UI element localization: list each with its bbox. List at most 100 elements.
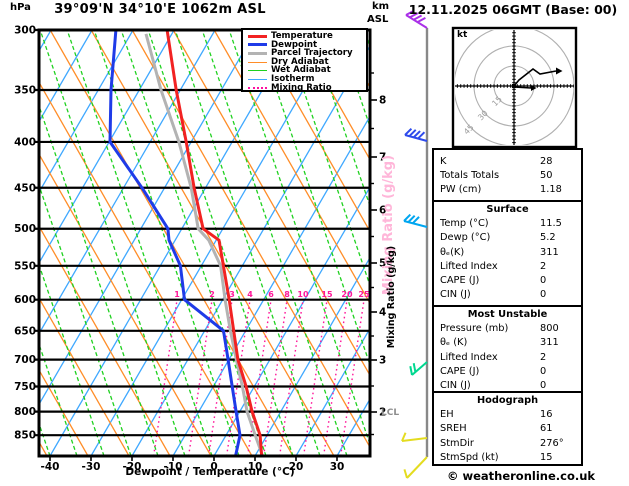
svg-text:400: 400 [14,136,36,148]
pressure-tick-labels: 300 350 400 450 500 550 600 650 700 750 800 850 [14,25,36,442]
stat-label: θₑ(K) [440,246,465,258]
stat-row: θₑ(K) 311 [434,246,581,260]
stat-value: 800 [540,323,559,335]
stat-row: CIN (J) 0 [434,379,581,391]
svg-text:300: 300 [14,25,36,37]
stat-value: 311 [540,337,559,349]
altitude-axis-unit-km: km [372,1,390,12]
stats-section: K 28 Totals Totals 50 PW (cm) 1.18 [434,150,581,200]
stat-row: PW (cm) 1.18 [434,183,581,197]
footer-credit: © weatheronline.co.uk [446,469,596,483]
wind-barb [409,361,428,376]
legend-swatch [248,51,267,55]
stats-section-header: Most Unstable [467,309,548,320]
stat-row: SREH 61 [434,422,581,436]
legend-swatch [248,70,267,72]
wind-barb [403,213,428,228]
stat-label: Totals Totals [440,170,500,182]
legend-item: Mixing Ratio [248,82,366,93]
stat-value: 16 [540,409,553,421]
stat-row: StmSpd (kt) 15 [434,451,581,464]
stat-row: Lifted Index 2 [434,351,581,365]
svg-text:-40: -40 [41,461,60,473]
legend-swatch [248,78,267,80]
svg-text:15: 15 [321,290,333,299]
wind-barb-column [401,9,429,479]
svg-text:800: 800 [14,406,36,418]
svg-text:25: 25 [358,290,370,299]
plot-border [37,28,372,458]
svg-text:550: 550 [14,260,36,272]
pressure-axis-unit: hPa [10,2,31,13]
stat-label: CIN (J) [440,289,471,301]
stat-value: 0 [540,289,547,301]
legend-swatch [248,43,267,47]
stat-row: Pressure (mb) 800 [434,322,581,336]
stat-value: 0 [540,365,547,377]
stat-row: Dewp (°C) 5.2 [434,231,581,245]
stats-section: Hodograph EH 16 SREH 61 StmDir 276° StmSpd (kt)… [434,391,581,464]
stat-label: SREH [440,423,467,435]
wind-barb [401,432,428,442]
stat-label: Lifted Index [440,351,498,363]
stat-value: 276° [540,437,564,449]
wind-barb [403,456,428,479]
stat-label: CAPE (J) [440,274,480,286]
stat-value: 2 [540,260,547,272]
stat-label: StmDir [440,437,474,449]
svg-text:750: 750 [14,381,36,393]
hodograph-unit-label: kt [457,30,468,40]
stat-row: Temp (°C) 11.5 [434,217,581,231]
svg-text:3: 3 [379,355,386,367]
skewt-page: 300 350 400 450 500 550 600 650 700 750 800 850 -40-… [0,0,629,486]
svg-text:650: 650 [14,325,36,337]
stat-row: Totals Totals 50 [434,169,581,183]
svg-text:350: 350 [14,84,36,96]
legend-swatch [248,86,267,89]
valid-datetime-title: 12.11.2025 06GMT (Base: 00) [408,2,618,17]
legend-swatch [248,34,267,38]
stat-value: 0 [540,379,547,391]
stat-label: EH [440,409,454,421]
svg-text:3: 3 [229,290,235,299]
stat-row: Lifted Index 2 [434,260,581,274]
stat-row: CIN (J) 0 [434,288,581,302]
svg-text:4: 4 [247,290,253,299]
svg-text:600: 600 [14,294,36,306]
stat-value: 11.5 [540,218,562,230]
stat-label: K [440,156,447,167]
stat-row: StmDir 276° [434,437,581,451]
stat-value: 2 [540,351,547,363]
svg-text:6: 6 [268,290,274,299]
stat-value: 15 [540,451,553,463]
stat-row: CAPE (J) 0 [434,365,581,379]
stat-value: 28 [540,156,553,167]
svg-text:450: 450 [14,182,36,194]
stat-row: EH 16 [434,408,581,422]
stat-label: θₑ (K) [440,337,468,349]
stat-label: StmSpd (kt) [440,451,499,463]
stats-section-header: Hodograph [476,395,539,406]
stat-label: Temp (°C) [440,218,489,230]
svg-text:1: 1 [174,290,180,299]
stats-section-header: Surface [486,204,529,215]
svg-text:500: 500 [14,223,36,235]
altitude-axis-unit-asl: ASL [367,14,389,25]
stat-value: 1.18 [540,184,562,196]
svg-text:20: 20 [341,290,353,299]
hodograph: 153045 [451,26,578,149]
svg-text:10: 10 [297,290,309,299]
stat-value: 61 [540,423,553,435]
legend-label: Mixing Ratio [271,82,332,93]
x-axis-title: Dewpoint / Temperature (°C) [125,466,295,478]
stat-label: Dewp (°C) [440,232,491,244]
legend-box: Temperature Dewpoint Parcel Trajectory Dry … [241,28,368,92]
station-title: 39°09'N 34°10'E 1062m ASL [54,2,266,17]
svg-text:2: 2 [209,290,215,299]
stat-label: CIN (J) [440,379,471,391]
svg-text:700: 700 [14,354,36,366]
stat-label: PW (cm) [440,184,482,196]
stat-value: 311 [540,246,559,258]
svg-text:8: 8 [379,95,386,107]
stat-row: θₑ (K) 311 [434,336,581,350]
